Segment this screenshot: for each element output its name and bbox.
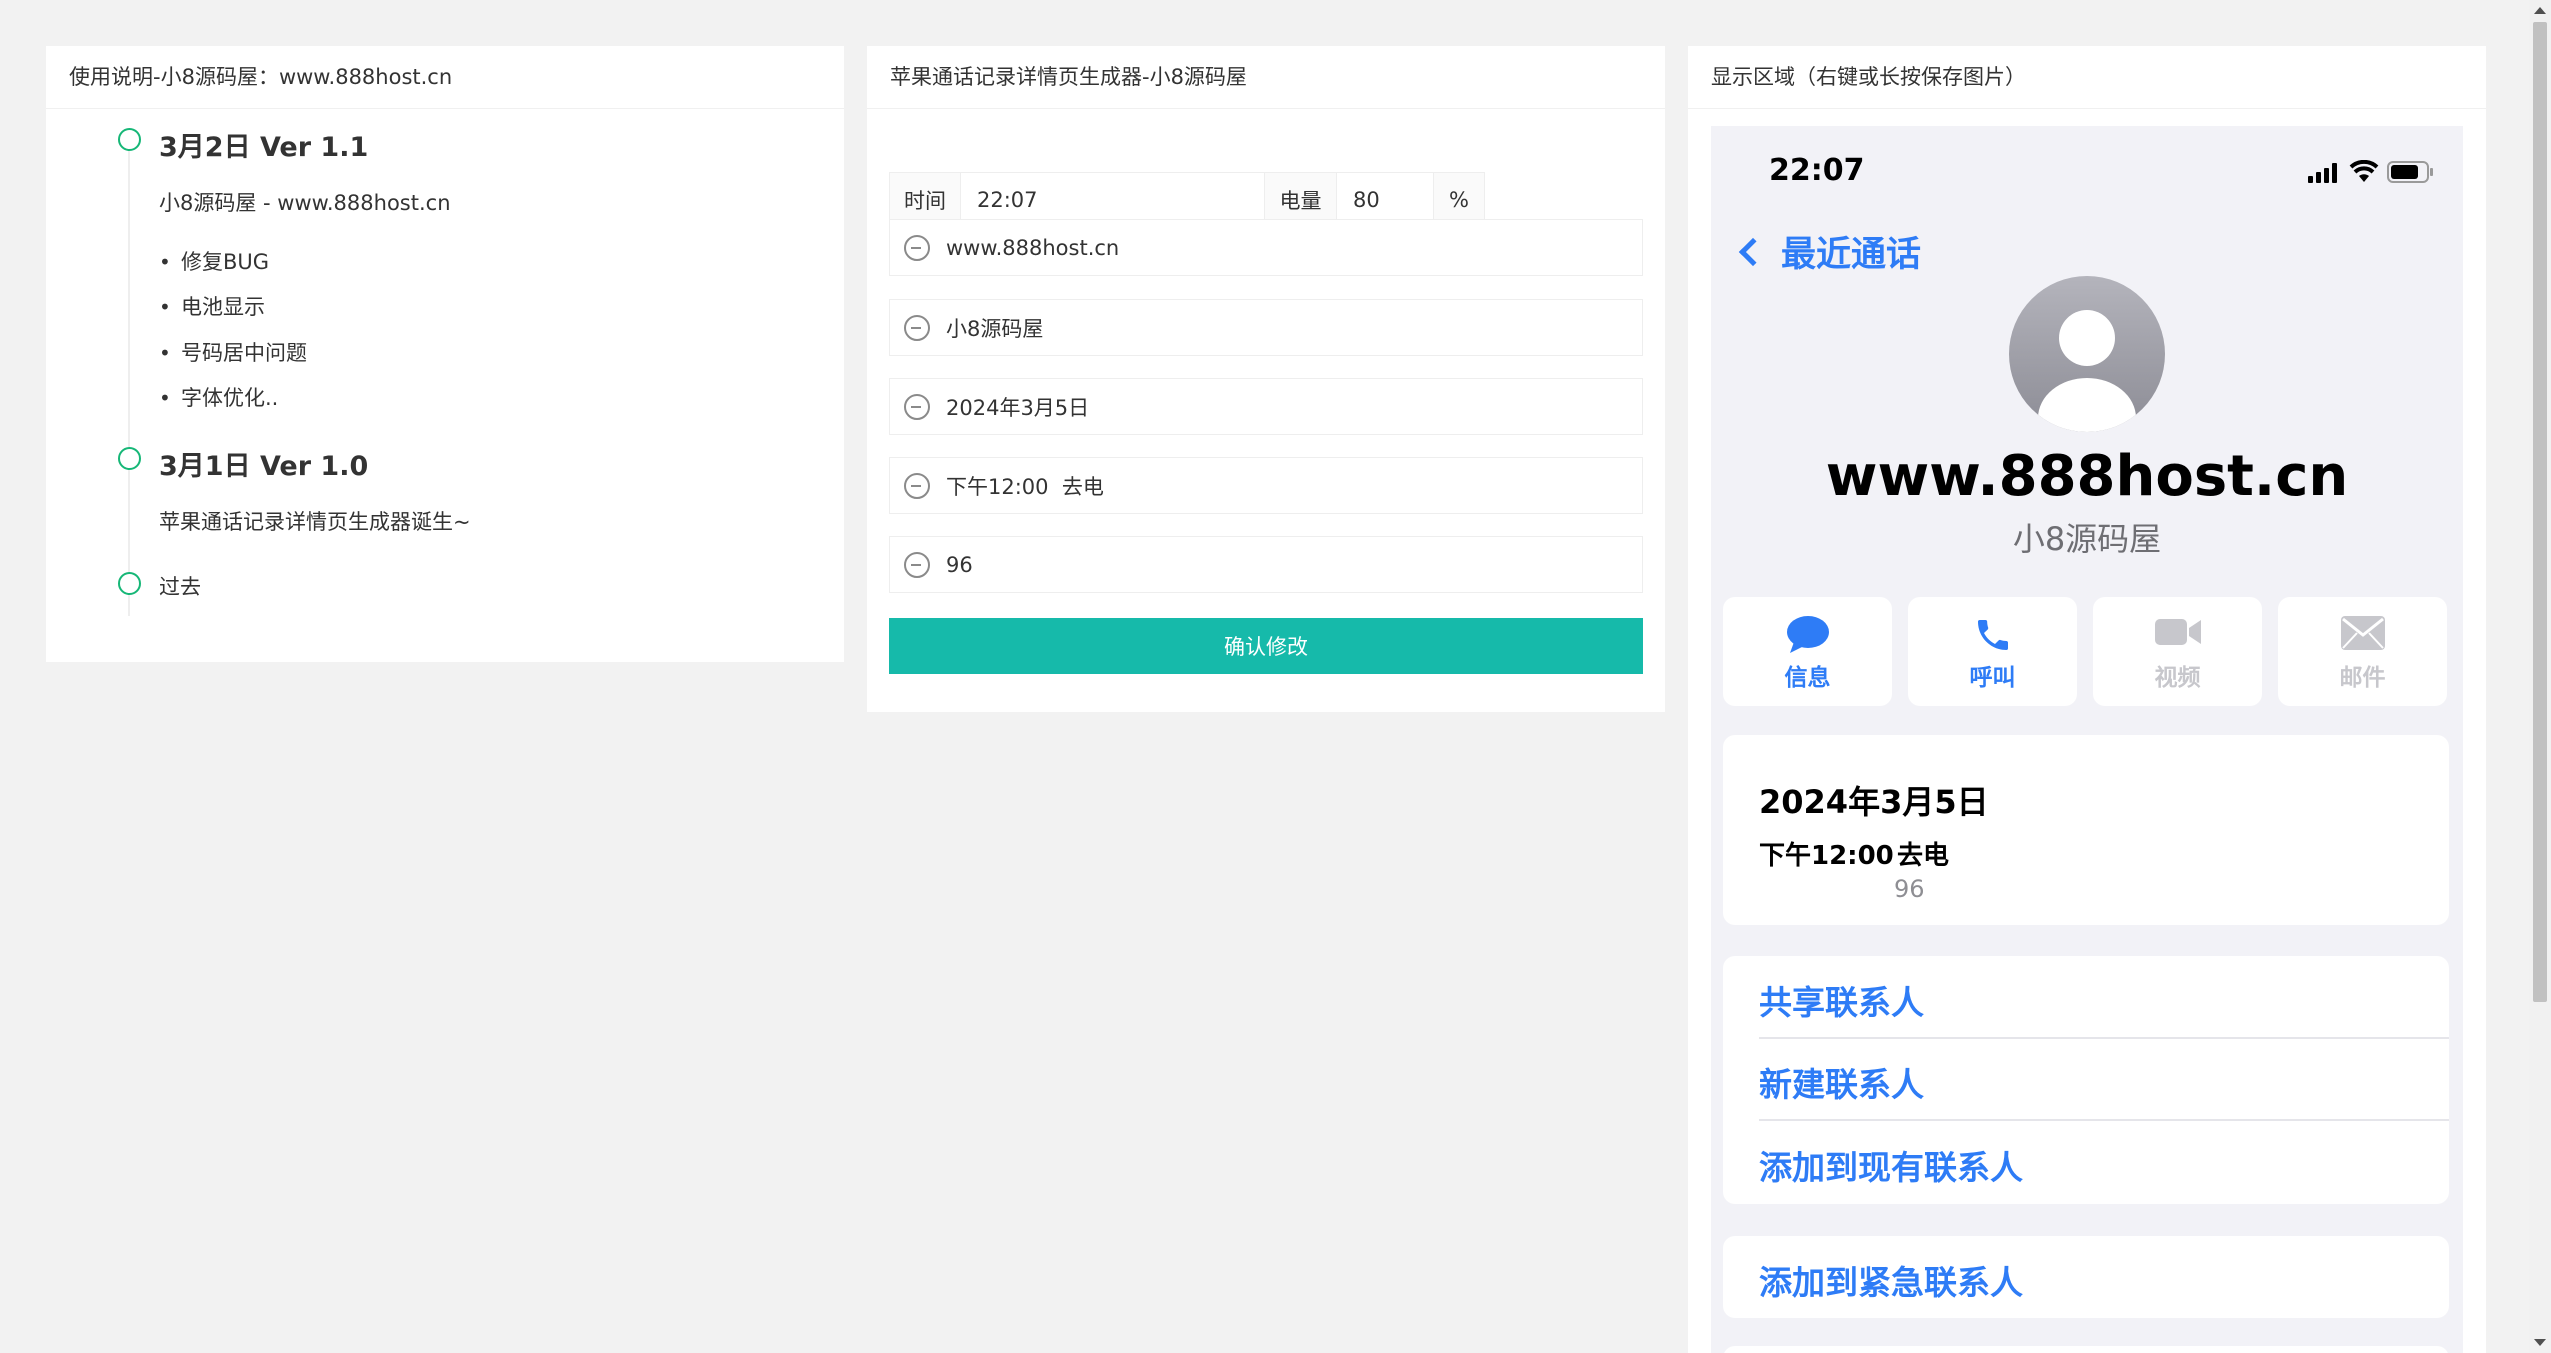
call-time-field[interactable]: 下午12:00 去电: [889, 457, 1643, 514]
contact-options-card: 共享联系人 新建联系人 添加到现有联系人: [1723, 956, 2449, 1204]
new-contact-option[interactable]: 新建联系人: [1759, 1058, 1924, 1106]
display-panel-title: 显示区域（右键或长按保存图片）: [1688, 46, 2486, 109]
call-type: 去电: [1897, 841, 1950, 871]
call-date-field[interactable]: 2024年3月5日: [889, 378, 1643, 435]
generator-panel: 苹果通话记录详情页生成器-小8源码屋 时间 22:07 电量 80 % www.…: [867, 46, 1665, 712]
back-label: 最近通话: [1781, 235, 1922, 275]
instructions-panel: 使用说明-小8源码屋：www.888host.cn 3月2日 Ver 1.1 小…: [46, 46, 844, 662]
input-prefix-icon: [904, 234, 930, 261]
mail-icon: [2340, 616, 2385, 650]
version-title: 3月1日 Ver 1.0: [159, 451, 369, 482]
call-duration-value: 96: [946, 552, 973, 577]
back-button[interactable]: 最近通话: [1735, 226, 1921, 277]
call-info-card: 2024年3月5日 下午12:00 去电 96: [1723, 735, 2449, 925]
divider: [1759, 1119, 2449, 1121]
call-duration-field[interactable]: 96: [889, 536, 1643, 593]
page-scrollbar[interactable]: [2529, 0, 2551, 1353]
timeline-dot: [118, 447, 141, 470]
timeline-dot: [118, 128, 141, 151]
contact-sub-value: 小8源码屋: [946, 316, 1044, 341]
input-prefix-icon: [904, 314, 930, 341]
signal-icon: [2308, 163, 2337, 183]
video-icon: [2154, 619, 2201, 645]
scroll-thumb[interactable]: [2533, 22, 2547, 1002]
message-icon: [1786, 616, 1829, 653]
message-action-label: 信息: [1784, 665, 1831, 691]
input-prefix-icon: [904, 393, 930, 420]
next-card: [1723, 1346, 2449, 1353]
changelog-item: 字体优化..: [159, 382, 278, 412]
video-action-button[interactable]: 视频: [2093, 597, 2262, 706]
add-emergency-contact-option[interactable]: 添加到紧急联系人: [1759, 1256, 2023, 1304]
avatar-body-shape: [2038, 378, 2136, 432]
changelog-item: 电池显示: [159, 291, 265, 321]
message-action-button[interactable]: 信息: [1723, 597, 1892, 706]
avatar: [2009, 276, 2165, 432]
input-prefix-icon: [904, 472, 930, 499]
contact-name-value: www.888host.cn: [946, 235, 1120, 260]
instructions-panel-title: 使用说明-小8源码屋：www.888host.cn: [46, 46, 844, 109]
call-time-value: 下午12:00 去电: [946, 474, 1104, 499]
version-title: 3月2日 Ver 1.1: [159, 132, 369, 163]
scroll-down-arrow-icon[interactable]: [2534, 1339, 2546, 1346]
contact-subtitle: 小8源码屋: [2012, 520, 2162, 558]
call-date-value: 2024年3月5日: [946, 395, 1090, 420]
wifi-icon: [2349, 160, 2379, 182]
contact-sub-field[interactable]: 小8源码屋: [889, 299, 1643, 356]
call-duration: 96: [1894, 875, 1925, 903]
mail-action-button[interactable]: 邮件: [2278, 597, 2447, 706]
share-contact-option[interactable]: 共享联系人: [1759, 976, 1924, 1024]
generator-panel-title: 苹果通话记录详情页生成器-小8源码屋: [867, 46, 1665, 109]
add-to-existing-contact-option[interactable]: 添加到现有联系人: [1759, 1141, 2023, 1189]
emergency-contact-card: 添加到紧急联系人: [1723, 1236, 2449, 1318]
divider: [1759, 1037, 2449, 1039]
avatar-head-shape: [2059, 310, 2115, 366]
input-prefix-icon: [904, 551, 930, 578]
contact-name: www.888host.cn: [1825, 444, 2349, 509]
confirm-button[interactable]: 确认修改: [889, 618, 1643, 674]
call-action-label: 呼叫: [1969, 665, 2016, 691]
battery-icon: [2387, 161, 2433, 183]
timeline-past-label: 过去: [159, 575, 201, 599]
changelog-item: 号码居中问题: [159, 337, 307, 367]
display-panel: 显示区域（右键或长按保存图片） 22:07 最近通话 www.888host.c…: [1688, 46, 2486, 1353]
chevron-left-icon: [1738, 237, 1768, 266]
status-bar-time: 22:07: [1769, 153, 1865, 188]
contact-name-field[interactable]: www.888host.cn: [889, 219, 1643, 276]
call-date: 2024年3月5日: [1759, 783, 1989, 821]
version-text: 苹果通话记录详情页生成器诞生~: [159, 510, 471, 534]
phone-screen-preview: 22:07 最近通话 www.888host.cn 小8源码屋 信息 呼叫 视频…: [1711, 126, 2463, 1353]
version-text: 小8源码屋 - www.888host.cn: [159, 191, 451, 215]
timeline-dot: [118, 572, 141, 595]
call-time: 下午12:00: [1759, 841, 1894, 871]
phone-icon: [1977, 620, 2008, 650]
changelog-item: 修复BUG: [159, 246, 269, 276]
scroll-up-arrow-icon[interactable]: [2534, 7, 2546, 14]
video-action-label: 视频: [2154, 665, 2201, 691]
call-action-button[interactable]: 呼叫: [1908, 597, 2077, 706]
mail-action-label: 邮件: [2339, 665, 2386, 691]
timeline-line: [128, 146, 130, 616]
